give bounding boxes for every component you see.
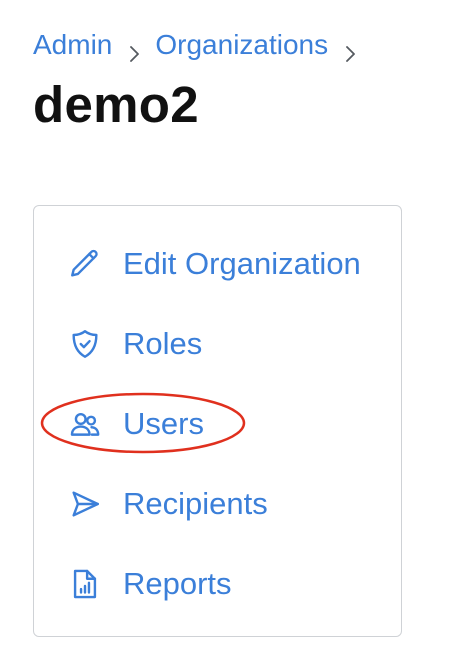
breadcrumb: Admin Organizations: [33, 27, 358, 63]
pencil-icon: [67, 246, 103, 282]
menu-item-recipients[interactable]: Recipients: [34, 476, 401, 532]
menu-item-reports[interactable]: Reports: [34, 556, 401, 612]
chevron-right-icon: [344, 37, 358, 62]
menu-item-label: Recipients: [123, 486, 268, 521]
menu-item-edit-organization[interactable]: Edit Organization: [34, 236, 401, 292]
chevron-right-icon: [128, 37, 142, 62]
breadcrumb-admin-link[interactable]: Admin: [33, 29, 112, 61]
menu-item-label: Reports: [123, 566, 232, 601]
menu-item-roles[interactable]: Roles: [34, 316, 401, 372]
document-chart-icon: [67, 566, 103, 602]
organization-menu-card: Edit Organization Roles Users Recipients…: [33, 205, 402, 637]
menu-item-users[interactable]: Users: [34, 396, 401, 452]
menu-item-label: Edit Organization: [123, 246, 361, 281]
menu-item-label: Users: [123, 406, 204, 441]
page-title: demo2: [33, 76, 199, 133]
breadcrumb-organizations-link[interactable]: Organizations: [155, 29, 328, 61]
menu-item-label: Roles: [123, 326, 203, 361]
paper-plane-icon: [67, 486, 103, 522]
shield-check-icon: [67, 326, 103, 362]
users-icon: [67, 406, 103, 442]
